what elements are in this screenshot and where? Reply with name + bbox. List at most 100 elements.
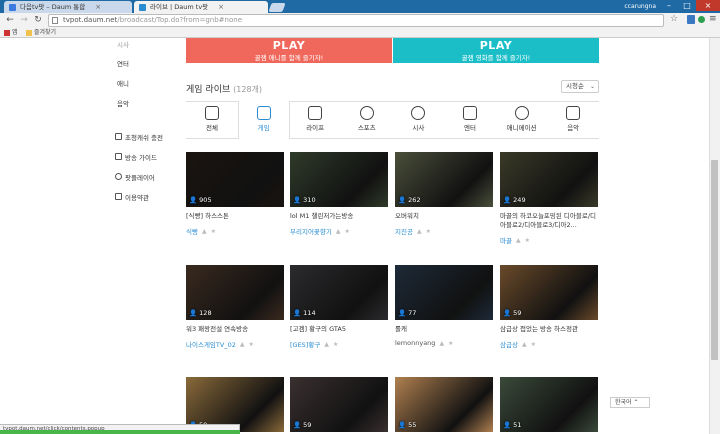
sidebar-tool-potplayer[interactable]: 팟플레이어 (125, 172, 155, 182)
video-title[interactable]: 삼급상 접었는 방송 하스정관 (500, 325, 598, 334)
video-author[interactable]: 삼급상 (500, 339, 518, 349)
recommend-icon[interactable]: ▲ (324, 341, 329, 348)
tab-close-icon[interactable]: × (95, 1, 101, 13)
favorite-icon[interactable]: ★ (345, 228, 350, 235)
scrollbar-thumb[interactable] (711, 160, 718, 360)
video-author[interactable]: 마끌 (500, 235, 512, 245)
favorite-icon[interactable]: ★ (248, 341, 253, 348)
video-thumbnail[interactable]: 👤 77 (395, 265, 493, 320)
video-author[interactable]: 식빵 (186, 226, 198, 236)
screen-icon (463, 106, 477, 120)
video-title[interactable]: 워3 패왕전설 연속방송 (186, 325, 284, 334)
video-thumbnail[interactable]: 👤 249 (500, 152, 598, 207)
menu-icon[interactable]: ≡ (709, 14, 717, 24)
category-label: 라이프 (306, 124, 325, 132)
video-thumbnail[interactable]: 👤 51 (500, 377, 598, 432)
address-bar[interactable]: tvpot.daum.net/broadcast/Top.do?from=gnb… (48, 14, 664, 27)
video-title[interactable]: 마끌의 하코오늘포밍된 디아블로/디아블로2/디아블로3/디아2... (500, 212, 598, 230)
video-thumbnail[interactable]: 👤 128 (186, 265, 284, 320)
video-author[interactable]: 부리지어꽃향기 (290, 226, 332, 236)
tab-close-icon[interactable]: × (218, 1, 224, 13)
category-tab[interactable]: 전체 (186, 101, 238, 139)
video-meta: 나이스게임TV_02 ▲ ★ (186, 339, 284, 350)
video-title[interactable]: 오버워치 (395, 212, 493, 221)
sidebar-tool-guide[interactable]: 방송 가이드 (125, 152, 157, 162)
sidebar-link-anime[interactable]: 애니 (117, 78, 129, 88)
category-tab[interactable]: 음악 (547, 101, 599, 139)
video-author[interactable]: 지진공 (395, 226, 413, 236)
video-title[interactable]: [식빵] 하스스톤 (186, 212, 284, 221)
browser-user-label[interactable]: ccarungna (624, 1, 656, 12)
video-thumbnail[interactable]: 👤 59 (500, 265, 598, 320)
back-icon[interactable]: ← (4, 13, 16, 28)
sidebar-tool-cash[interactable]: 초청캐쉬 충전 (125, 132, 163, 142)
video-card[interactable]: 👤 262 오버워치지진공 ▲ ★ (395, 152, 493, 236)
tab-daum-search[interactable]: 다음tv팟 – Daum 통합 × (4, 1, 132, 13)
video-thumbnail[interactable]: 👤 310 (290, 152, 388, 207)
sidebar-link-entertainment[interactable]: 연터 (117, 58, 129, 68)
globe-icon (411, 106, 426, 120)
recommend-icon[interactable]: ▲ (417, 228, 422, 235)
category-tab[interactable]: 스포츠 (341, 101, 393, 139)
close-window-icon[interactable]: × (696, 0, 720, 11)
video-thumbnail[interactable]: 👤 59 (290, 377, 388, 432)
favorite-icon[interactable]: ★ (211, 228, 216, 235)
bookmark-star-icon[interactable]: ☆ (670, 14, 678, 24)
video-card[interactable]: 👤 114 [고겜] 황구의 GTA5 [GES]황구 ▲ ★ (290, 265, 388, 349)
video-title[interactable]: lol M1 챌린저가는방송 (290, 212, 388, 221)
tab-tvpot-live[interactable]: 라이브 | Daum tv팟 × (134, 1, 268, 13)
video-thumbnail[interactable]: 👤 55 (395, 377, 493, 432)
maximize-icon[interactable]: □ (678, 0, 696, 11)
video-card[interactable]: 👤 77 롤캐 lemonnyang ▲ ★ (395, 265, 493, 347)
recommend-icon[interactable]: ▲ (240, 341, 245, 348)
extension-icon[interactable] (687, 15, 695, 24)
video-card[interactable]: 👤 310 lol M1 챌린저가는방송부리지어꽃향기 ▲ ★ (290, 152, 388, 236)
minimize-icon[interactable]: – (660, 0, 678, 11)
recommend-icon[interactable]: ▲ (439, 340, 444, 347)
recommend-icon[interactable]: ▲ (202, 228, 207, 235)
video-card[interactable]: 👤 249 마끌의 하코오늘포밍된 디아블로/디아블로2/디아블로3/디아2...… (500, 152, 598, 245)
video-author[interactable]: lemonnyang (395, 339, 435, 347)
category-tab[interactable]: 시사 (392, 101, 444, 139)
banner-anime[interactable]: PLAY 꿀잼 애니를 함께 즐기자! (186, 38, 392, 63)
video-thumbnail[interactable]: 👤 114 (290, 265, 388, 320)
video-card[interactable]: 👤 51 (500, 377, 598, 432)
recommend-icon[interactable]: ▲ (522, 341, 527, 348)
extension-icon[interactable] (698, 16, 705, 23)
category-tab[interactable]: 애니메이션 (496, 101, 548, 139)
video-card[interactable]: 👤 59 삼급상 접었는 방송 하스정관삼급상 ▲ ★ (500, 265, 598, 349)
video-card[interactable]: 👤 55 (395, 377, 493, 432)
favorite-icon[interactable]: ★ (426, 228, 431, 235)
video-card[interactable]: 👤 905 [식빵] 하스스톤식빵 ▲ ★ (186, 152, 284, 236)
video-card[interactable]: 👤 128 워3 패왕전설 연속방송나이스게임TV_02 ▲ ★ (186, 265, 284, 349)
video-author[interactable]: [GES]황구 (290, 339, 320, 349)
video-thumbnail[interactable]: 👤 262 (395, 152, 493, 207)
favorite-icon[interactable]: ★ (531, 341, 536, 348)
video-thumbnail[interactable]: 👤 905 (186, 152, 284, 207)
recommend-icon[interactable]: ▲ (516, 237, 521, 244)
video-author[interactable]: 나이스게임TV_02 (186, 339, 236, 349)
video-title[interactable]: [고겜] 황구의 GTA5 (290, 325, 388, 334)
video-card[interactable]: 👤 59 (290, 377, 388, 432)
sidebar-link-music[interactable]: 음악 (117, 98, 129, 108)
banner-movie[interactable]: PLAY 꿀잼 영화를 함께 즐기자! (393, 38, 599, 63)
language-select[interactable]: 한국어 ⌃ (610, 397, 650, 408)
bookmark-favorites[interactable]: 즐겨찾기 (26, 28, 56, 38)
category-tab[interactable]: 게임 (237, 101, 290, 139)
banner-subtitle: 꿀잼 영화를 함께 즐기자! (461, 54, 531, 62)
reload-icon[interactable]: ↻ (32, 13, 44, 28)
sort-dropdown[interactable]: 시청순 ⌄ (561, 80, 599, 93)
sidebar-tool-terms[interactable]: 이용약관 (125, 192, 149, 202)
sidebar-link-news[interactable]: 시사 (117, 39, 129, 49)
forward-icon[interactable]: → (18, 13, 30, 28)
favorite-icon[interactable]: ★ (333, 341, 338, 348)
favorite-icon[interactable]: ★ (448, 340, 453, 347)
category-tab[interactable]: 엔터 (444, 101, 496, 139)
category-tab[interactable]: 라이프 (289, 101, 341, 139)
favorite-icon[interactable]: ★ (525, 237, 530, 244)
viewer-number: 114 (303, 309, 316, 317)
recommend-icon[interactable]: ▲ (336, 228, 341, 235)
video-title[interactable]: 롤캐 (395, 325, 493, 334)
person-icon: 👤 (293, 421, 304, 429)
bookmark-apps[interactable]: 앱 (4, 28, 18, 38)
